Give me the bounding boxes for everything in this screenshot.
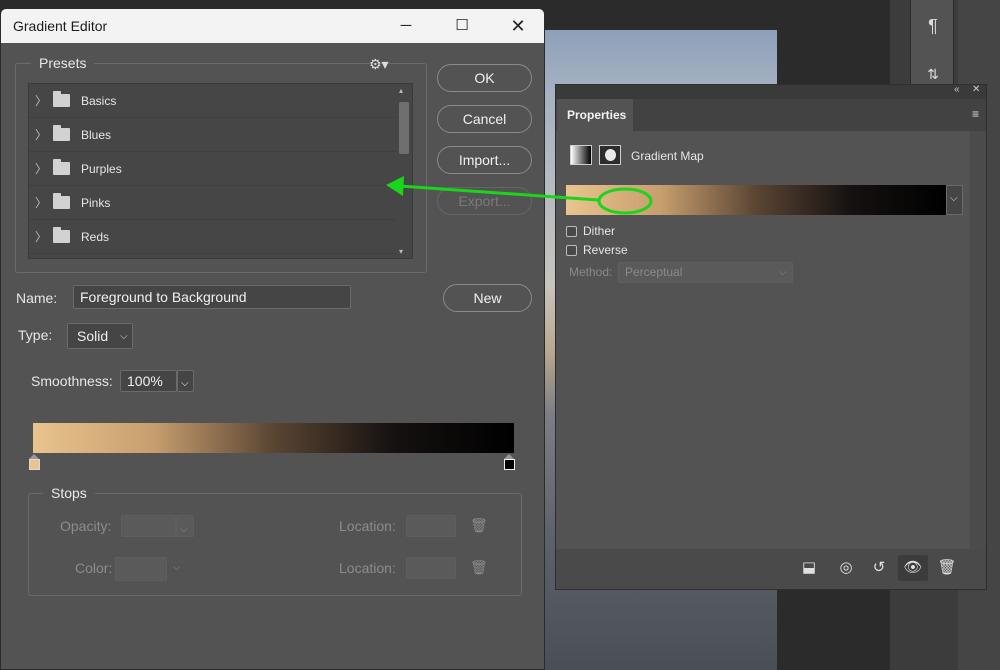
trash-icon[interactable]: 🗑 [932,555,962,581]
dither-checkbox[interactable] [566,226,577,237]
opacity-field[interactable] [121,515,176,537]
preset-list[interactable]: 〉 Basics 〉 Blues 〉 Purples 〉 Pinks 〉 Red… [28,83,413,259]
reverse-checkbox[interactable] [566,245,577,256]
folder-icon [53,193,70,209]
chevron-down-icon: ⌵ [950,193,958,204]
chevron-right-icon[interactable]: 〉 [29,228,53,245]
chevron-right-icon[interactable]: 〉 [29,194,53,211]
chevron-down-icon: ⌵ [181,378,189,389]
clip-to-layer-icon[interactable]: ⬓ [794,555,824,581]
method-value: Perceptual [625,265,683,279]
panel-menu-icon[interactable]: ≡ [972,107,979,121]
color-location-field[interactable] [406,557,456,579]
preset-folder-label: Reds [81,229,110,244]
presets-label: Presets [31,55,95,71]
gradient-map-bar[interactable] [566,185,946,215]
smoothness-dropdown[interactable]: ⌵ [177,370,194,392]
folder-icon [53,91,70,107]
gradient-editor-dialog: Gradient Editor ─ ☐ ✕ Presets ⚙▾ 〉 Basic… [0,8,545,670]
preset-folder-label: Purples [81,161,122,176]
preset-folder-reds[interactable]: 〉 Reds [29,220,412,254]
preset-folder-pinks[interactable]: 〉 Pinks [29,186,412,220]
stops-group [28,493,522,596]
stop-swatch [504,459,515,470]
name-label: Name: [16,290,58,306]
scroll-up-icon[interactable]: ▴ [399,86,403,95]
stops-label: Stops [43,485,95,501]
stop-swatch [29,459,40,470]
collapse-icon[interactable]: « [954,84,960,95]
gradient-map-icon [570,145,592,165]
gradient-picker-dropdown[interactable]: ⌵ [946,185,963,215]
folder-icon [53,125,70,141]
reset-icon[interactable]: ↺ [864,555,894,581]
color-label: Color: [75,560,113,576]
folder-icon [53,159,70,175]
tab-properties[interactable]: Properties [557,99,633,131]
opacity-location-label: Location: [339,518,396,534]
method-label: Method: [569,265,613,279]
type-value: Solid [77,328,109,344]
preset-folder-basics[interactable]: 〉 Basics [29,84,412,118]
gear-icon[interactable]: ⚙▾ [369,56,389,73]
color-stop-right[interactable] [504,454,515,470]
chevron-down-icon[interactable]: ⌵ [173,562,181,573]
color-location-label: Location: [339,560,396,576]
properties-content: Gradient Map ⌵ Dither Reverse Method: Pe… [556,131,971,549]
export-button[interactable]: Export... [437,187,532,215]
paragraph-icon[interactable]: ¶ [921,14,945,38]
chevron-right-icon[interactable]: 〉 [29,160,53,177]
preset-scrollbar[interactable]: ▴ ▾ [396,84,412,258]
smoothness-field[interactable]: 100% [120,370,177,392]
trash-icon[interactable]: 🗑 [470,517,488,533]
reverse-label: Reverse [583,243,628,257]
color-swatch-field[interactable] [115,557,167,581]
opacity-location-field[interactable] [406,515,456,537]
gradient-preview-bar[interactable] [33,423,514,453]
chevron-right-icon[interactable]: 〉 [29,92,53,109]
maximize-icon[interactable]: ☐ [439,9,485,43]
opacity-dropdown[interactable]: ⌵ [176,515,194,537]
import-button[interactable]: Import... [437,146,532,174]
cancel-button[interactable]: Cancel [437,105,532,133]
preset-folder-purples[interactable]: 〉 Purples [29,152,412,186]
close-icon[interactable]: ✕ [972,84,980,95]
chevron-down-icon: ⌵ [779,267,787,278]
mask-icon[interactable] [599,145,621,165]
dialog-titlebar: Gradient Editor ─ ☐ ✕ [1,9,544,43]
type-label: Type: [18,327,53,343]
dither-label: Dither [583,224,616,238]
adjustment-name: Gradient Map [631,149,704,163]
panel-tab-bar: Properties ≡ [556,99,986,131]
ok-button[interactable]: OK [437,64,532,92]
close-icon[interactable]: ✕ [495,9,541,43]
preset-folder-label: Pinks [81,195,111,210]
smoothness-label: Smoothness: [31,373,113,389]
properties-panel: « ✕ Properties ≡ Gradient Map ⌵ Dither R… [555,84,987,590]
chevron-right-icon[interactable]: 〉 [29,126,53,143]
scroll-down-icon[interactable]: ▾ [399,247,403,256]
scroll-thumb[interactable] [399,102,409,154]
properties-footer: ⬓ ◎ ↺ 👁 🗑 [556,549,986,589]
opacity-label: Opacity: [60,518,112,534]
chevron-down-icon: ⌵ [120,331,128,342]
dialog-title: Gradient Editor [13,18,108,34]
chevron-down-icon: ⌵ [180,524,188,535]
folder-icon [53,227,70,243]
preset-folder-blues[interactable]: 〉 Blues [29,118,412,152]
minimize-icon[interactable]: ─ [383,9,429,43]
view-previous-state-icon[interactable]: ◎ [831,555,861,581]
character-style-icon[interactable]: ⇅ [921,62,945,86]
panel-top-bar: « ✕ [556,84,986,99]
name-field[interactable]: Foreground to Background [73,285,351,309]
method-select[interactable]: Perceptual ⌵ [618,262,793,283]
color-stop-left[interactable] [29,454,40,470]
type-select[interactable]: Solid ⌵ [67,323,133,349]
new-button[interactable]: New [443,284,532,312]
visibility-eye-icon[interactable]: 👁 [898,555,928,581]
preset-folder-label: Basics [81,93,117,108]
properties-scrollbar[interactable] [970,131,986,549]
preset-folder-label: Blues [81,127,112,142]
trash-icon[interactable]: 🗑 [470,559,488,575]
